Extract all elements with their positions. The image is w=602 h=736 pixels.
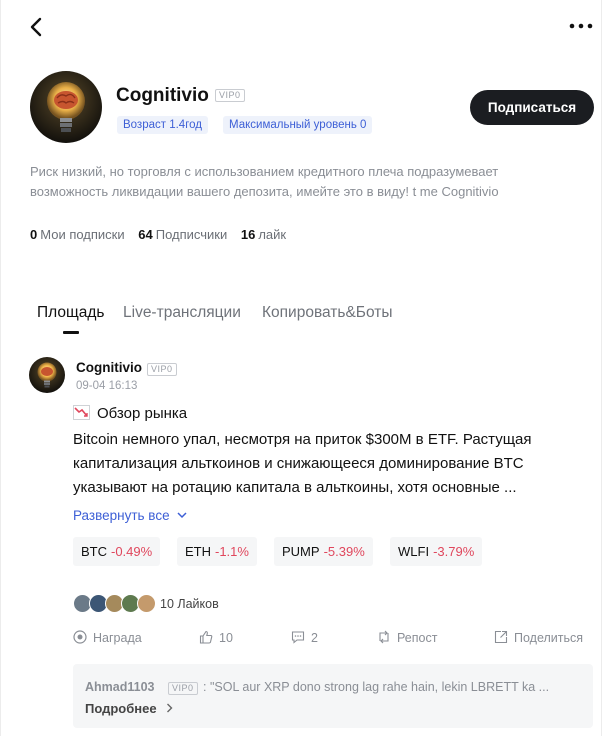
post-timestamp: 09-04 16:13	[76, 380, 138, 392]
chevron-right-icon	[167, 703, 173, 713]
stat-following[interactable]: 0 Мои подписки	[30, 227, 125, 242]
comment-icon	[291, 631, 305, 644]
level-chip: Максимальный уровень 0	[223, 116, 373, 134]
comment-user[interactable]: Ahmad1103	[85, 680, 154, 694]
stat-likes[interactable]: 16 лайк	[241, 227, 286, 242]
subscribe-button[interactable]: Подписаться	[470, 90, 594, 125]
ticker-chip[interactable]: ETH -1.1%	[177, 537, 257, 566]
repost-button[interactable]: Репост	[377, 630, 437, 645]
ticker-chip[interactable]: PUMP -5.39%	[274, 537, 373, 566]
vip-badge: VIP0	[215, 89, 245, 102]
profile-name: Cognitivio	[116, 85, 209, 106]
tab-copy-bots[interactable]: Копировать&Боты	[262, 304, 393, 322]
chevron-down-icon	[177, 512, 187, 519]
tab-square[interactable]: Площадь	[37, 304, 104, 322]
more-options-icon[interactable]	[568, 20, 594, 32]
share-button[interactable]: Поделиться	[494, 630, 583, 645]
comment-text: : "SOL aur XRP dono strong lag rahe hain…	[203, 680, 550, 694]
tab-live[interactable]: Live-трансляции	[123, 304, 241, 322]
profile-stats: 0 Мои подписки 64 Подписчики 16 лайк	[30, 227, 296, 242]
liker-avatars[interactable]	[73, 594, 163, 614]
chart-down-icon	[73, 405, 90, 420]
top-comment[interactable]: Ahmad1103 VIP0 : "SOL aur XRP dono stron…	[73, 664, 593, 728]
active-tab-indicator	[63, 331, 79, 334]
reward-button[interactable]: Награда	[73, 630, 142, 645]
comment-vip-badge: VIP0	[168, 682, 198, 695]
ticker-chip[interactable]: WLFI -3.79%	[390, 537, 483, 566]
post-author-name[interactable]: Cognitivio	[76, 360, 142, 375]
ticker-chip[interactable]: BTC -0.49%	[73, 537, 161, 566]
thumbs-up-icon	[199, 630, 213, 644]
post-vip-badge: VIP0	[147, 363, 177, 376]
post-title: Обзор рынка	[73, 405, 187, 422]
post-body: Bitcoin немного упал, несмотря на приток…	[73, 431, 532, 496]
avatar	[137, 594, 156, 613]
repost-icon	[379, 630, 389, 644]
post-author-avatar[interactable]	[29, 357, 65, 393]
profile-description: Риск низкий, но торговля с использование…	[30, 164, 499, 199]
stat-followers[interactable]: 64 Подписчики	[138, 227, 227, 242]
age-chip: Возраст 1.4год	[117, 116, 208, 134]
back-arrow-icon[interactable]	[26, 16, 48, 38]
expand-all-link[interactable]: Развернуть все	[73, 508, 187, 523]
profile-avatar	[30, 71, 102, 143]
reward-icon	[73, 630, 87, 644]
like-button[interactable]: 10	[199, 630, 233, 645]
comment-button[interactable]: 2	[291, 630, 318, 645]
comment-more-link[interactable]: Подробнее	[85, 701, 173, 716]
share-icon	[494, 630, 508, 644]
likes-count[interactable]: 10 Лайков	[160, 597, 219, 611]
